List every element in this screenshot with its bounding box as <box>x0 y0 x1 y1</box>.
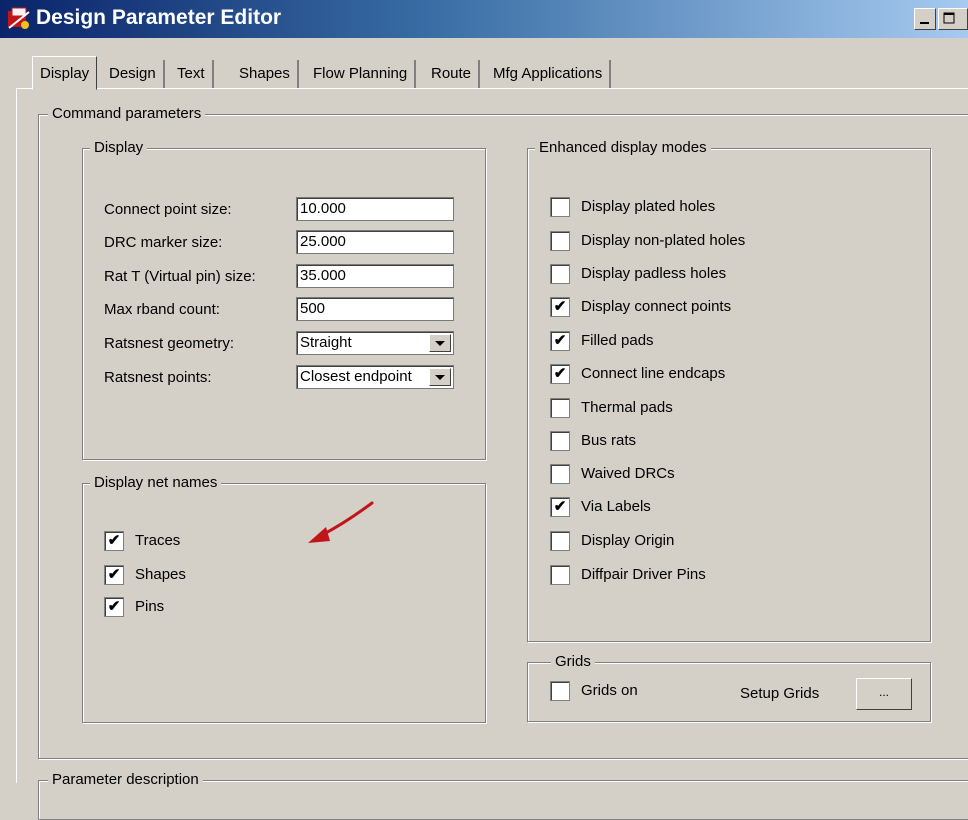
grids-on-checkbox[interactable] <box>550 681 570 701</box>
bus-rats-checkbox[interactable] <box>550 431 570 451</box>
shapes-checkbox[interactable]: ✔ <box>104 565 124 585</box>
pins-label: Pins <box>135 598 165 615</box>
enhanced-display-modes-label: Enhanced display modes <box>535 139 711 157</box>
annotation-arrow-icon <box>308 501 374 543</box>
traces-label: Traces <box>135 532 181 549</box>
maximize-icon <box>943 12 955 24</box>
ratsnest-geometry-select[interactable]: Straight <box>296 331 454 355</box>
setup-grids-label: Setup Grids <box>740 685 820 702</box>
via-labels-checkbox[interactable]: ✔ <box>550 497 570 517</box>
diffpair-driver-pins-checkbox[interactable] <box>550 565 570 585</box>
minimize-button[interactable] <box>914 8 936 30</box>
ratsnest-points-dropdown-button[interactable] <box>429 368 451 386</box>
ratsnest-geometry-label: Ratsnest geometry: <box>104 335 235 352</box>
max-rband-count-label: Max rband count: <box>104 301 220 318</box>
rat-t-size-field[interactable]: 35.000 <box>296 264 454 288</box>
minimize-icon <box>920 22 929 24</box>
grids-on-label: Grids on <box>581 682 638 699</box>
tab-mfg-applications[interactable]: Mfg Applications <box>486 60 612 88</box>
drc-marker-size-field[interactable]: 25.000 <box>296 230 454 254</box>
thermal-pads-label: Thermal pads <box>581 399 673 416</box>
tab-display[interactable]: Display <box>32 56 98 90</box>
display-plated-holes-label: Display plated holes <box>581 198 716 215</box>
display-padless-holes-label: Display padless holes <box>581 265 727 282</box>
app-logo-icon <box>8 7 30 29</box>
filled-pads-checkbox[interactable]: ✔ <box>550 331 570 351</box>
tab-route[interactable]: Route <box>424 60 481 88</box>
command-parameters-label: Command parameters <box>48 105 206 123</box>
tab-text[interactable]: Text <box>170 60 214 88</box>
tab-design[interactable]: Design <box>102 60 165 88</box>
tab-shapes[interactable]: Shapes <box>232 60 299 88</box>
display-net-names-label: Display net names <box>90 474 222 492</box>
max-rband-count-field[interactable]: 500 <box>296 297 454 321</box>
tab-flow-planning[interactable]: Flow Planning <box>306 60 417 88</box>
ratsnest-points-label: Ratsnest points: <box>104 369 212 386</box>
setup-grids-button[interactable]: ... <box>856 678 912 710</box>
ratsnest-geometry-value: Straight <box>300 334 352 351</box>
ratsnest-points-select[interactable]: Closest endpoint <box>296 365 454 389</box>
display-plated-holes-checkbox[interactable] <box>550 197 570 217</box>
connect-point-size-field[interactable]: 10.000 <box>296 197 454 221</box>
display-non-plated-holes-checkbox[interactable] <box>550 231 570 251</box>
connect-line-endcaps-checkbox[interactable]: ✔ <box>550 364 570 384</box>
ratsnest-points-value: Closest endpoint <box>300 368 412 385</box>
display-connect-points-checkbox[interactable]: ✔ <box>550 297 570 317</box>
drc-marker-size-label: DRC marker size: <box>104 234 223 251</box>
traces-checkbox[interactable]: ✔ <box>104 531 124 551</box>
display-connect-points-label: Display connect points <box>581 298 732 315</box>
rat-t-size-label: Rat T (Virtual pin) size: <box>104 268 256 285</box>
via-labels-label: Via Labels <box>581 498 651 515</box>
waived-drcs-checkbox[interactable] <box>550 464 570 484</box>
bus-rats-label: Bus rats <box>581 432 637 449</box>
connect-line-endcaps-label: Connect line endcaps <box>581 365 726 382</box>
thermal-pads-checkbox[interactable] <box>550 398 570 418</box>
display-padless-holes-checkbox[interactable] <box>550 264 570 284</box>
display-non-plated-holes-label: Display non-plated holes <box>581 232 746 249</box>
display-group-label: Display <box>90 139 148 157</box>
ratsnest-geometry-dropdown-button[interactable] <box>429 334 451 352</box>
window-title: Design Parameter Editor <box>36 6 282 29</box>
filled-pads-label: Filled pads <box>581 332 654 349</box>
title-bar: Design Parameter Editor <box>0 0 968 38</box>
parameter-description-label: Parameter description <box>48 771 203 789</box>
maximize-button[interactable] <box>938 8 968 30</box>
connect-point-size-label: Connect point size: <box>104 201 232 218</box>
diffpair-driver-pins-label: Diffpair Driver Pins <box>581 566 706 583</box>
waived-drcs-label: Waived DRCs <box>581 465 675 482</box>
pins-checkbox[interactable]: ✔ <box>104 597 124 617</box>
display-origin-label: Display Origin <box>581 532 675 549</box>
display-origin-checkbox[interactable] <box>550 531 570 551</box>
grids-group-label: Grids <box>551 653 595 671</box>
shapes-label: Shapes <box>135 566 186 583</box>
